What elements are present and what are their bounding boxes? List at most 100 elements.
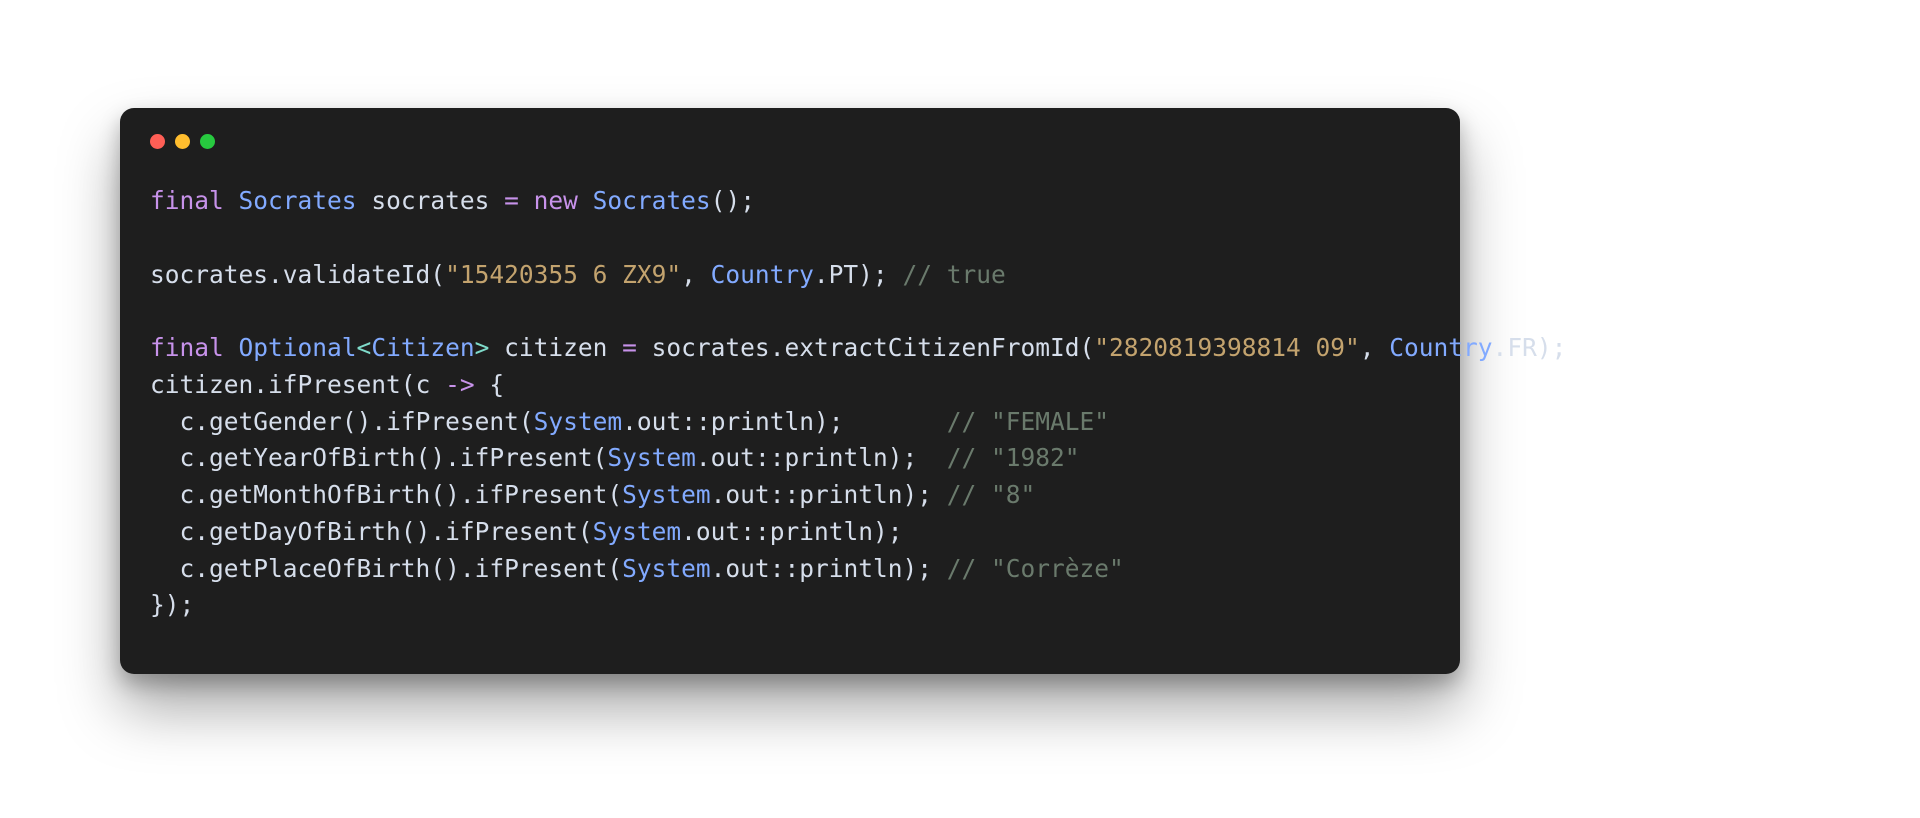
p: . (1493, 333, 1508, 362)
p: :: (770, 480, 800, 509)
p: . (770, 333, 785, 362)
p: ) (1537, 333, 1552, 362)
p: ( (401, 370, 416, 399)
var-c: c (180, 407, 195, 436)
p: ( (578, 517, 593, 546)
p: . (711, 554, 726, 583)
type-system: System (622, 554, 711, 583)
p: ) (725, 186, 740, 215)
p: . (194, 443, 209, 472)
m-out: out (725, 480, 769, 509)
code-window: final Socrates socrates = new Socrates()… (120, 108, 1460, 674)
p: :: (770, 554, 800, 583)
var-socrates: socrates (150, 260, 268, 289)
m-ifPresent: ifPresent (268, 370, 401, 399)
var-c: c (180, 517, 195, 546)
close-icon[interactable] (150, 134, 165, 149)
m-ifPresent: ifPresent (475, 480, 608, 509)
minimize-icon[interactable] (175, 134, 190, 149)
p: . (814, 260, 829, 289)
p: , (1360, 333, 1375, 362)
p: ( (607, 554, 622, 583)
p: :: (681, 407, 711, 436)
m-ifPresent: ifPresent (386, 407, 519, 436)
p: { (489, 370, 504, 399)
var-c: c (180, 554, 195, 583)
str-fr-id: "2820819398814 09" (1094, 333, 1360, 362)
p: ; (180, 590, 195, 619)
m-ifPresent: ifPresent (475, 554, 608, 583)
p: . (711, 480, 726, 509)
p: ; (888, 517, 903, 546)
p: ) (902, 480, 917, 509)
p: ; (740, 186, 755, 215)
type-country: Country (1389, 333, 1492, 362)
p: ) (902, 554, 917, 583)
m-ifPresent: ifPresent (460, 443, 593, 472)
p: ( (607, 480, 622, 509)
p: ( (711, 186, 726, 215)
p: . (194, 517, 209, 546)
p: . (194, 480, 209, 509)
p: ( (593, 443, 608, 472)
m-println: println (799, 480, 902, 509)
enum-PT: PT (829, 260, 859, 289)
m-println: println (711, 407, 814, 436)
m-out: out (725, 554, 769, 583)
type-socrates-ctor: Socrates (593, 186, 711, 215)
p: . (194, 554, 209, 583)
kw-final: final (150, 333, 224, 362)
zoom-icon[interactable] (200, 134, 215, 149)
p: . (681, 517, 696, 546)
p: ( (430, 554, 445, 583)
m-getGender: getGender (209, 407, 342, 436)
cmt-8: // "8" (947, 480, 1036, 509)
str-pt-id: "15420355 6 ZX9" (445, 260, 681, 289)
op-eq: = (622, 333, 637, 362)
type-optional: Optional (239, 333, 357, 362)
type-socrates: Socrates (239, 186, 357, 215)
p: ( (519, 407, 534, 436)
p: . (371, 407, 386, 436)
m-out: out (711, 443, 755, 472)
kw-new: new (534, 186, 578, 215)
var-c: c (416, 370, 431, 399)
type-system: System (607, 443, 696, 472)
p: ) (416, 517, 431, 546)
p: ) (445, 480, 460, 509)
var-citizen: citizen (150, 370, 253, 399)
type-citizen: Citizen (371, 333, 474, 362)
p-gt: > (475, 333, 490, 362)
var-socrates: socrates (371, 186, 489, 215)
p: ; (917, 480, 932, 509)
m-println: println (770, 517, 873, 546)
m-validateId: validateId (283, 260, 431, 289)
m-println: println (784, 443, 887, 472)
p: ( (430, 260, 445, 289)
m-extract: extractCitizenFromId (784, 333, 1079, 362)
p: ( (401, 517, 416, 546)
p: ) (814, 407, 829, 436)
p: ( (342, 407, 357, 436)
p: } (150, 590, 165, 619)
p: ) (430, 443, 445, 472)
p: ) (357, 407, 372, 436)
p: ) (165, 590, 180, 619)
p: ( (1079, 333, 1094, 362)
p: ; (873, 260, 888, 289)
cmt-true: // true (902, 260, 1005, 289)
p: . (460, 554, 475, 583)
p: ( (416, 443, 431, 472)
type-system: System (622, 480, 711, 509)
m-out: out (696, 517, 740, 546)
m-out: out (637, 407, 681, 436)
p: ) (445, 554, 460, 583)
var-citizen: citizen (504, 333, 607, 362)
var-socrates: socrates (652, 333, 770, 362)
m-getPlace: getPlaceOfBirth (209, 554, 430, 583)
op-arrow: -> (445, 370, 475, 399)
type-system: System (593, 517, 682, 546)
m-println: println (799, 554, 902, 583)
p: . (622, 407, 637, 436)
p: ; (829, 407, 844, 436)
